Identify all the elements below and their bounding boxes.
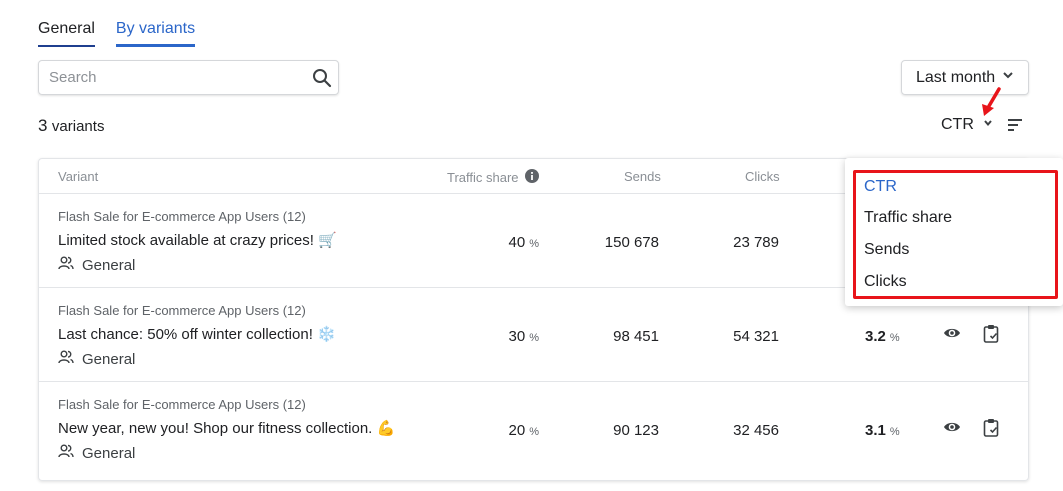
header-variant[interactable]: Variant (58, 169, 98, 184)
info-icon[interactable] (524, 169, 539, 186)
header-clicks[interactable]: Clicks (745, 169, 780, 184)
row-traffic-share: 20% (509, 422, 539, 439)
sort-menu-item-sends[interactable]: Sends (864, 241, 909, 259)
row-clicks: 23 789 (733, 234, 779, 251)
row-message: Last chance: 50% off winter collection! … (58, 326, 336, 343)
users-icon (58, 256, 74, 274)
row-group: General (58, 350, 135, 368)
row-group: General (58, 256, 135, 274)
row-clicks: 32 456 (733, 422, 779, 439)
table-row[interactable]: Flash Sale for E-commerce App Users (12)… (39, 382, 1028, 476)
row-segment: Flash Sale for E-commerce App Users (12) (58, 397, 306, 412)
sort-order-icon[interactable] (1007, 118, 1023, 137)
row-clicks: 54 321 (733, 328, 779, 345)
sort-menu-item-clicks[interactable]: Clicks (864, 273, 907, 291)
users-icon (58, 350, 74, 368)
header-traffic-share[interactable]: Traffic share (447, 169, 539, 186)
row-segment: Flash Sale for E-commerce App Users (12) (58, 209, 306, 224)
preview-eye-icon[interactable] (943, 420, 961, 439)
row-traffic-value: 30 (508, 328, 526, 345)
sort-menu-item-traffic-share[interactable]: Traffic share (864, 209, 952, 227)
row-group: General (58, 444, 135, 462)
row-sends: 150 678 (604, 234, 659, 251)
sort-menu-item-ctr[interactable]: CTR (864, 178, 897, 196)
chevron-down-icon (1001, 68, 1015, 87)
clipboard-check-icon[interactable] (983, 418, 999, 442)
row-group-label: General (82, 444, 136, 462)
variant-count-label: variants (51, 118, 105, 135)
row-traffic-value: 20 (508, 422, 526, 439)
row-ctr-unit: % (889, 332, 900, 344)
row-traffic-unit: % (529, 426, 539, 438)
row-traffic-share: 40% (509, 234, 539, 251)
row-traffic-share: 30% (509, 328, 539, 345)
row-traffic-value: 40 (508, 234, 526, 251)
variant-count-number: 3 (38, 116, 48, 135)
row-message: Limited stock available at crazy prices!… (58, 232, 337, 249)
variant-count: 3 variants (38, 116, 104, 136)
row-ctr: 3.1% (865, 422, 900, 439)
preview-eye-icon[interactable] (943, 326, 961, 345)
row-ctr: 3.2% (865, 328, 900, 345)
period-select[interactable]: Last month (901, 60, 1029, 95)
row-traffic-unit: % (529, 238, 539, 250)
users-icon (58, 444, 74, 462)
header-sends[interactable]: Sends (624, 169, 661, 184)
search-box (38, 60, 339, 95)
row-sends: 98 451 (613, 328, 659, 345)
row-ctr-value: 3.1 (865, 422, 886, 439)
tab-by-variants[interactable]: By variants (115, 18, 196, 47)
row-sends: 90 123 (613, 422, 659, 439)
search-icon[interactable] (306, 68, 338, 88)
tab-bar: General By variants (38, 18, 196, 47)
period-label: Last month (916, 68, 996, 86)
row-ctr-unit: % (889, 426, 900, 438)
header-traffic-share-label: Traffic share (447, 170, 519, 185)
chevron-down-icon (982, 116, 994, 134)
sort-label: CTR (941, 116, 974, 133)
tab-general[interactable]: General (38, 18, 95, 47)
clipboard-check-icon[interactable] (983, 324, 999, 348)
row-traffic-unit: % (529, 332, 539, 344)
row-message: New year, new you! Shop our fitness coll… (58, 420, 396, 437)
sort-select[interactable]: CTR (941, 116, 994, 134)
search-input[interactable] (39, 61, 306, 94)
row-segment: Flash Sale for E-commerce App Users (12) (58, 303, 306, 318)
row-ctr-value: 3.2 (865, 328, 886, 345)
row-group-label: General (82, 256, 136, 274)
row-group-label: General (82, 350, 136, 368)
